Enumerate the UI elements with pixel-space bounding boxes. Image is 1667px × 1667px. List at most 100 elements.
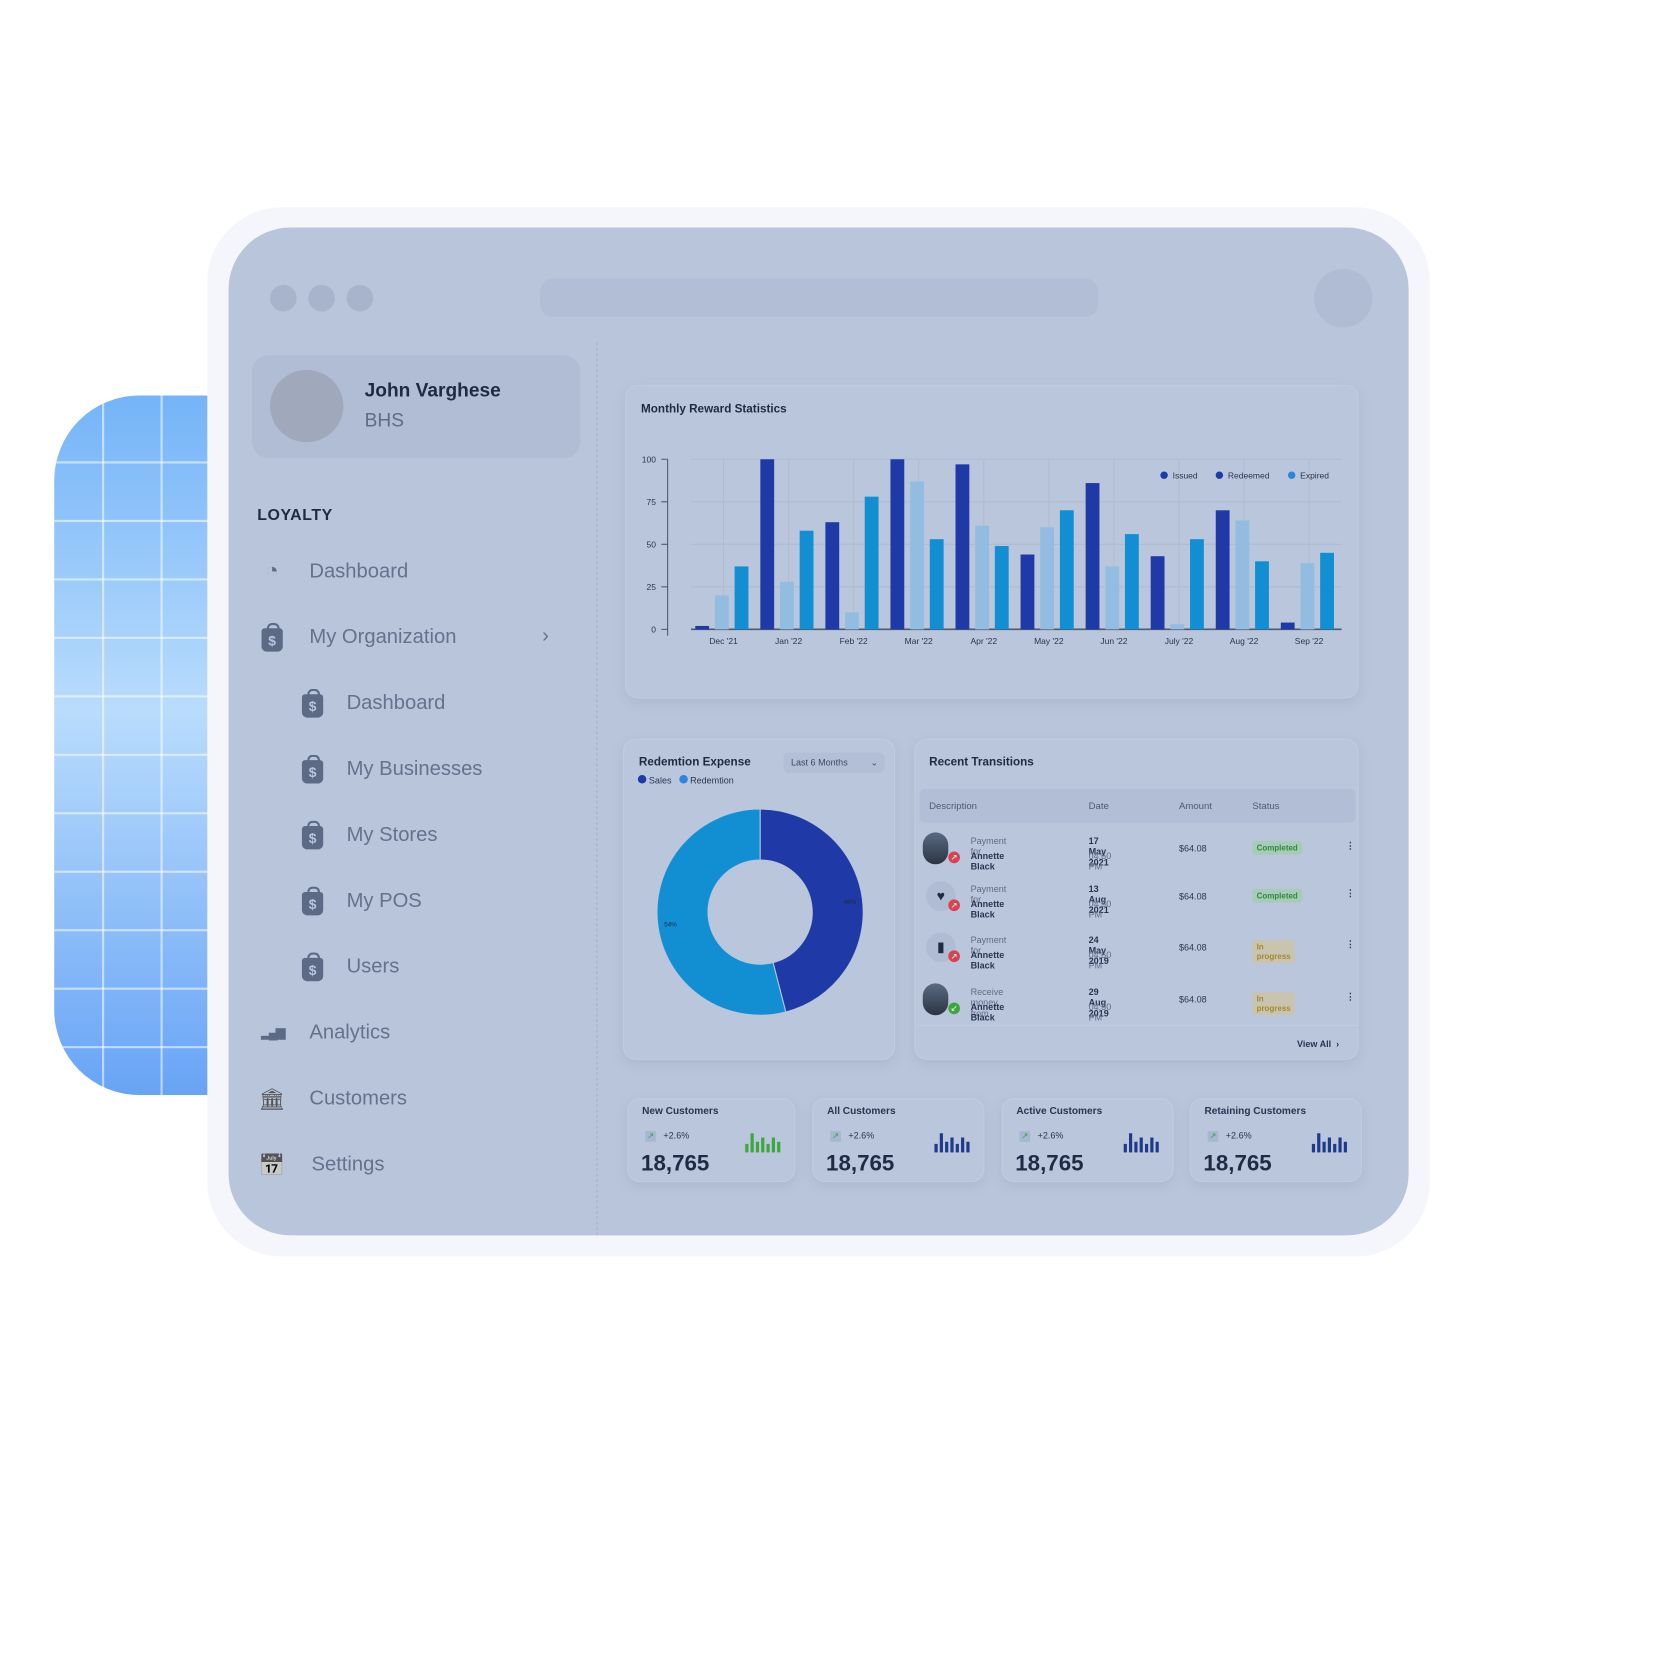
shopping-bag-dollar-icon: $ — [301, 688, 324, 718]
sparkline-bar — [755, 1141, 759, 1153]
window-dot-minimize[interactable] — [308, 284, 335, 312]
slice-label: 54% — [664, 922, 677, 929]
sparkline — [934, 1129, 972, 1153]
sparkline-bar — [961, 1137, 964, 1153]
legend-label-sales: Sales — [648, 774, 672, 786]
sparkline-bar — [771, 1137, 775, 1153]
y-tick-label: 0 — [651, 625, 656, 635]
avatar-photo — [922, 832, 949, 865]
bar-chart: 0 25 50 75 100 Dec '21 Jan '22 Feb '22 Mar '22 Ap… — [642, 454, 1342, 646]
bar-expired — [734, 566, 749, 630]
bar-issued — [760, 459, 775, 630]
view-all-label: View All — [1296, 1038, 1332, 1050]
sidebar-divider — [596, 342, 598, 1236]
stat-card[interactable]: All Customers ↗ +2.6% 18,765 — [812, 1098, 985, 1183]
sparkline-bar — [1338, 1137, 1342, 1153]
window-dot-close[interactable] — [270, 284, 297, 312]
x-tick-label: Mar '22 — [905, 636, 933, 646]
row-name: Annette Black — [970, 898, 1005, 920]
sparkline-bar — [777, 1141, 780, 1153]
view-all-link[interactable]: View All › — [1297, 1039, 1339, 1050]
sparkline-bar — [1317, 1133, 1320, 1153]
bar-redeemed — [975, 525, 990, 630]
shopping-bag-dollar-icon: $ — [301, 754, 324, 784]
chevron-right-icon[interactable]: › — [542, 625, 549, 648]
arrow-up-right-icon: ↗ — [948, 899, 960, 912]
period-dropdown[interactable]: Last 6 Months ⌄ — [783, 752, 885, 773]
chart-title: Monthly Reward Statistics — [641, 402, 787, 416]
slice-label: 46% — [843, 899, 856, 906]
more-options-icon[interactable]: ⋮ — [1346, 840, 1355, 852]
profile-name: John Varghese — [364, 379, 501, 401]
sparkline — [1123, 1129, 1162, 1153]
stat-card[interactable]: Active Customers ↗ +2.6% 18,765 — [1001, 1098, 1174, 1183]
sidebar-item-label: Users — [346, 955, 400, 979]
sparkline-bar — [1123, 1143, 1127, 1153]
stat-change: +2.6% — [663, 1130, 690, 1141]
row-time: 04:50 PM — [1088, 949, 1112, 971]
sparkline-bar — [945, 1141, 948, 1153]
sparkline-bar — [1343, 1141, 1347, 1153]
bar-issued — [1215, 510, 1230, 630]
stat-title: New Customers — [642, 1105, 719, 1118]
more-options-icon[interactable]: ⋮ — [1346, 888, 1355, 900]
row-name: Annette Black — [970, 949, 1005, 971]
decorative-grid-panel — [54, 395, 225, 1095]
calendar-check-icon: 📅 — [258, 1154, 286, 1178]
col-date: Date — [1088, 800, 1109, 812]
chevron-down-icon: ⌄ — [870, 756, 879, 768]
sparkline-bar — [939, 1133, 943, 1153]
row-name: Annette Black — [970, 850, 1005, 872]
sparkline-bar — [1311, 1143, 1315, 1153]
x-tick-label: May '22 — [1034, 636, 1064, 646]
bar-issued — [1020, 554, 1035, 630]
shopping-bag-dollar-icon: $ — [301, 820, 324, 850]
more-options-icon[interactable]: ⋮ — [1346, 939, 1355, 951]
stat-card[interactable]: Retaining Customers ↗ +2.6% 18,765 — [1189, 1098, 1362, 1183]
legend-dot-sales — [637, 774, 647, 784]
x-tick-label: Dec '21 — [709, 636, 738, 646]
legend-label-issued: Issued — [1173, 470, 1198, 480]
bar-expired — [994, 546, 1009, 630]
sparkline — [1311, 1129, 1350, 1153]
bar-expired — [1190, 539, 1204, 630]
row-name: Annette Black — [970, 1001, 1005, 1023]
sparkline-bar — [1155, 1141, 1159, 1153]
sparkline-bar — [966, 1141, 970, 1153]
sparkline-bar — [745, 1143, 748, 1153]
chevron-right-icon: › — [1333, 1038, 1340, 1050]
account-avatar[interactable] — [1313, 268, 1373, 328]
col-status: Status — [1252, 800, 1280, 812]
window-dot-maximize[interactable] — [346, 284, 374, 312]
bar-expired — [799, 530, 814, 630]
address-bar[interactable] — [540, 278, 1099, 317]
row-amount: $64.08 — [1178, 941, 1207, 953]
sparkline-bar — [750, 1133, 754, 1153]
sparkline-bar — [1129, 1133, 1132, 1153]
y-tick-label: 75 — [646, 497, 656, 507]
trend-up-icon: ↗ — [1019, 1131, 1031, 1142]
donut-legend: Sales Redemtion — [637, 774, 734, 786]
donut-chart: 46% 54% — [656, 808, 864, 1016]
bar-redeemed — [1300, 563, 1315, 630]
col-description: Description — [929, 800, 978, 812]
y-tick-label: 100 — [642, 454, 656, 464]
stat-card[interactable]: New Customers ↗ +2.6% 18,765 — [627, 1098, 796, 1183]
sidebar-section-title: LOYALTY — [257, 506, 333, 525]
row-time: 04:50 PM — [1088, 850, 1112, 872]
bar-expired — [929, 539, 944, 630]
more-options-icon[interactable]: ⋮ — [1346, 991, 1355, 1003]
stat-title: All Customers — [827, 1105, 896, 1118]
shopping-bag-dollar-icon: $ — [301, 886, 324, 916]
arrow-up-right-icon: ↗ — [948, 851, 960, 864]
legend-dot-issued — [1160, 471, 1168, 479]
bar-redeemed — [1170, 624, 1185, 630]
status-badge: In progress — [1252, 991, 1295, 1016]
sidebar-item-label: Dashboard — [309, 560, 409, 583]
row-amount: $64.08 — [1178, 843, 1207, 854]
col-amount: Amount — [1178, 800, 1212, 812]
x-tick-label: July '22 — [1165, 636, 1194, 646]
sparkline-bar — [1150, 1137, 1153, 1153]
trend-up-icon: ↗ — [1207, 1131, 1219, 1142]
bar-redeemed — [845, 612, 859, 630]
